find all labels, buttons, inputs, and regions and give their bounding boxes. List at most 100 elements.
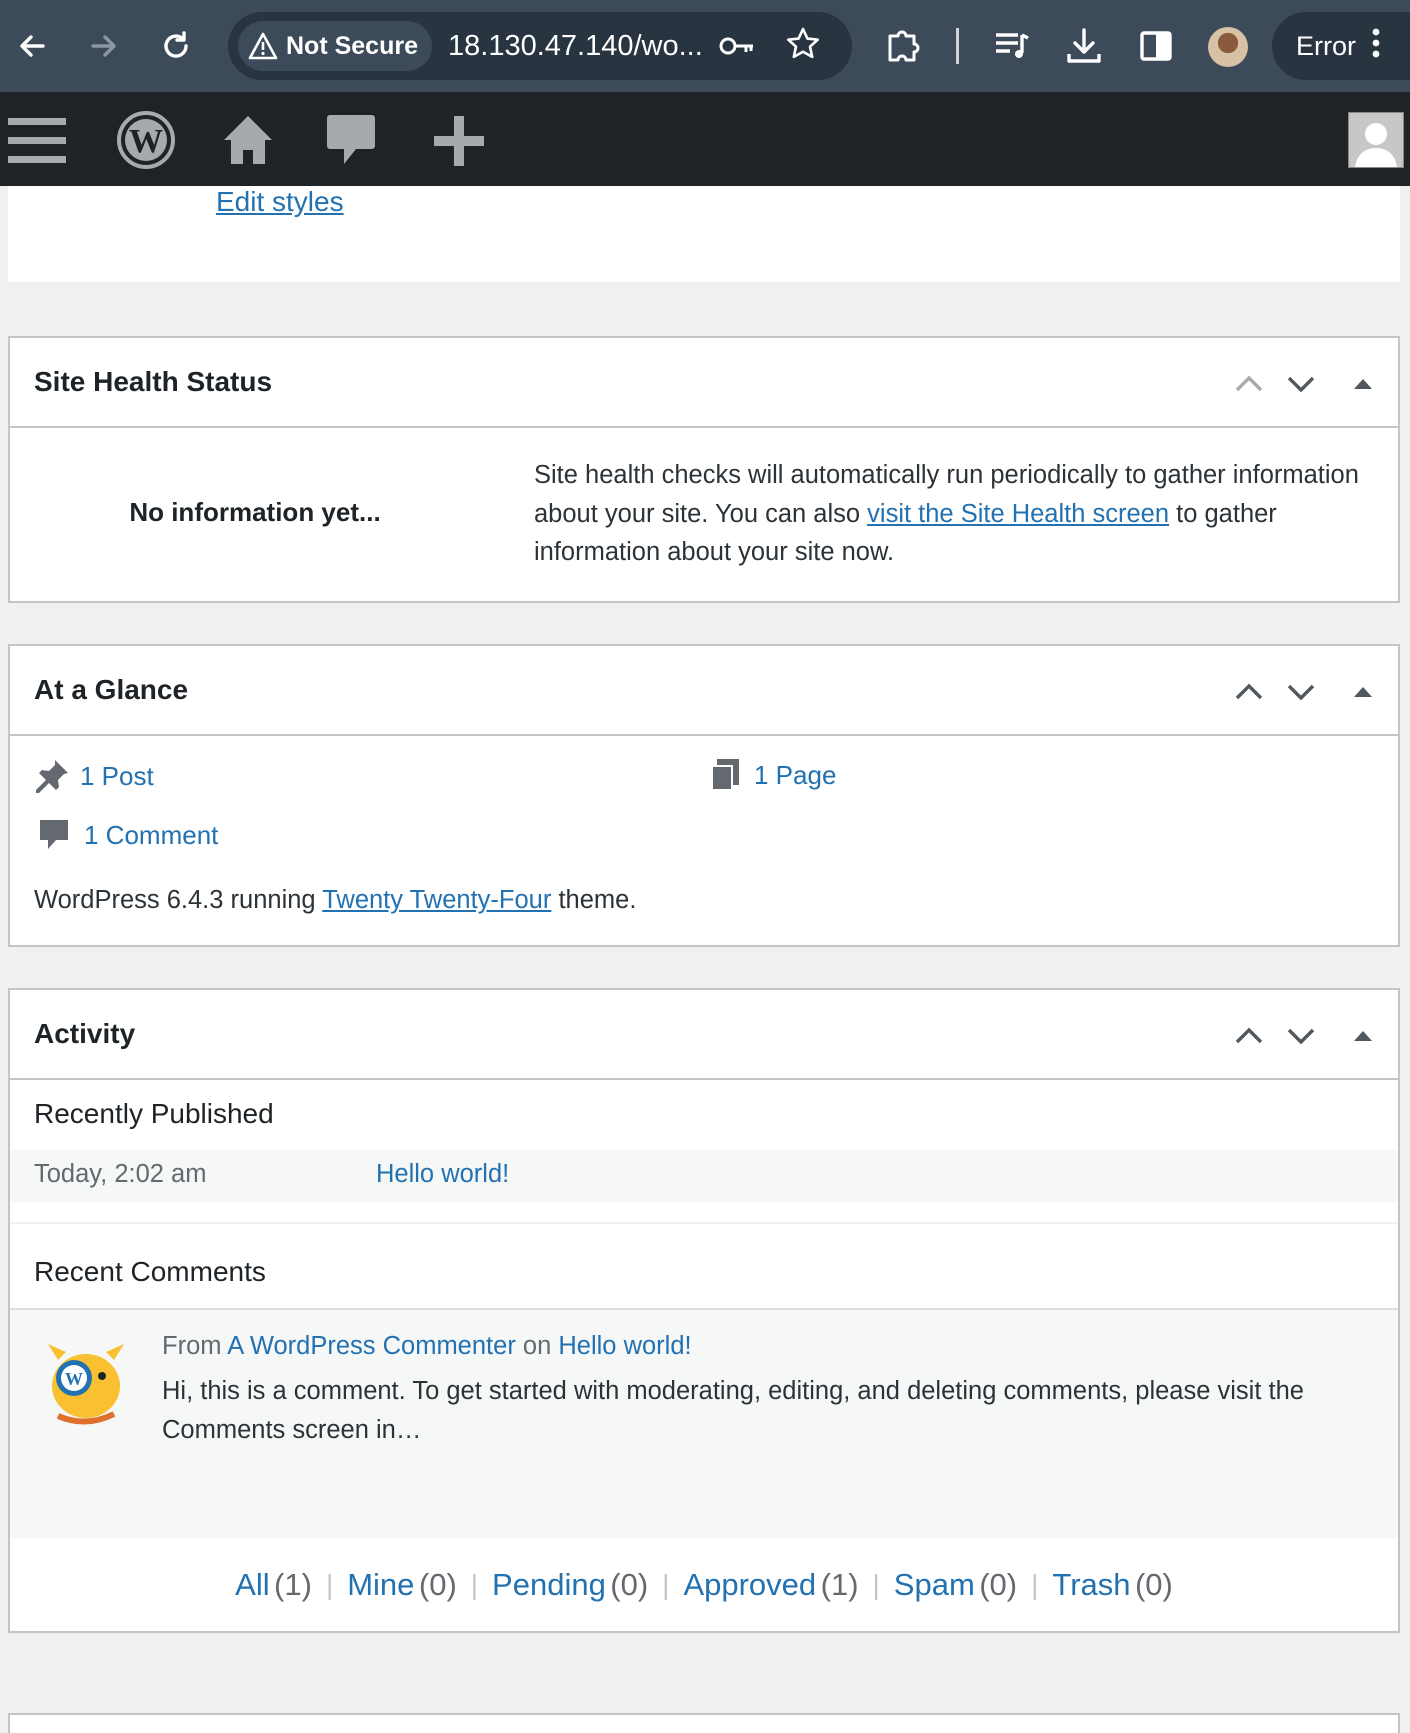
move-up-icon[interactable] bbox=[1232, 1018, 1266, 1052]
back-button[interactable] bbox=[8, 22, 56, 70]
comment-bubble-icon bbox=[40, 820, 68, 849]
filter-count: (0) bbox=[979, 1566, 1018, 1602]
posts-count-link[interactable]: 1 Post bbox=[80, 761, 154, 792]
plus-icon bbox=[434, 116, 484, 166]
comments-count-link[interactable]: 1 Comment bbox=[84, 820, 218, 851]
arrow-left-icon bbox=[20, 35, 45, 57]
bookmark-button[interactable] bbox=[785, 26, 821, 67]
filter-label[interactable]: Spam bbox=[894, 1567, 975, 1602]
media-control-button[interactable] bbox=[992, 26, 1032, 71]
url-text[interactable]: 18.130.47.140/wo... bbox=[448, 24, 708, 68]
side-panel-icon bbox=[1140, 31, 1172, 61]
wordpress-logo-menu[interactable]: W bbox=[116, 110, 176, 175]
pages-count-link[interactable]: 1 Page bbox=[754, 760, 836, 791]
on-label: on bbox=[522, 1332, 552, 1360]
section-divider bbox=[10, 1222, 1398, 1224]
published-post-link[interactable]: Hello world! bbox=[376, 1160, 509, 1189]
move-down-icon[interactable] bbox=[1284, 1018, 1318, 1052]
pages-icon bbox=[711, 759, 739, 791]
version-text: WordPress 6.4.3 running bbox=[34, 886, 323, 914]
comment-meta: From A WordPress Commenter on Hello worl… bbox=[162, 1332, 692, 1361]
comment-filter-links: All (1) | Mine (0) | Pending (0) | Appro… bbox=[10, 1538, 1398, 1631]
puzzle-icon bbox=[888, 30, 920, 62]
hamburger-icon bbox=[8, 118, 66, 163]
new-content-link[interactable] bbox=[432, 114, 486, 173]
security-label: Not Secure bbox=[286, 31, 418, 60]
next-panel-edge bbox=[8, 1713, 1400, 1733]
filter-label[interactable]: All bbox=[235, 1567, 269, 1602]
reload-icon bbox=[164, 31, 188, 58]
filter-all[interactable]: All (1) bbox=[235, 1567, 312, 1603]
no-information-label: No information yet... bbox=[129, 497, 381, 527]
edit-styles-link[interactable]: Edit styles bbox=[216, 186, 344, 218]
comment-author-link[interactable]: A WordPress Commenter bbox=[227, 1332, 516, 1360]
filter-mine[interactable]: Mine (0) bbox=[347, 1567, 457, 1603]
filter-label[interactable]: Mine bbox=[347, 1567, 414, 1602]
posts-count-item[interactable]: 1 Post bbox=[34, 758, 154, 794]
filter-separator: | bbox=[872, 1568, 880, 1600]
side-panel-button[interactable] bbox=[1136, 26, 1176, 71]
health-status-indicator: No information yet... bbox=[10, 426, 500, 601]
filter-pending[interactable]: Pending (0) bbox=[492, 1567, 648, 1603]
profile-error-chip[interactable]: Error bbox=[1272, 12, 1410, 80]
user-avatar[interactable] bbox=[1348, 112, 1404, 168]
filter-label[interactable]: Approved bbox=[683, 1567, 816, 1602]
comment-excerpt: Hi, this is a comment. To get started wi… bbox=[162, 1377, 1304, 1444]
version-text-end: theme. bbox=[551, 886, 637, 914]
filter-label[interactable]: Trash bbox=[1052, 1567, 1130, 1602]
collapse-toggle-icon[interactable] bbox=[1346, 366, 1380, 400]
activity-panel: Activity Recently Published Today, 2:02 … bbox=[8, 988, 1400, 1633]
theme-link[interactable]: Twenty Twenty-Four bbox=[322, 886, 551, 914]
welcome-panel-remainder: Edit styles bbox=[8, 186, 1400, 282]
filter-count: (1) bbox=[820, 1566, 859, 1602]
from-label: From bbox=[162, 1332, 222, 1360]
panel-header: Activity bbox=[10, 990, 1398, 1080]
collapse-toggle-icon[interactable] bbox=[1346, 1018, 1380, 1052]
admin-menu-toggle[interactable] bbox=[8, 116, 68, 171]
site-home-link[interactable] bbox=[222, 112, 274, 173]
toolbar-divider bbox=[956, 28, 959, 64]
filter-label[interactable]: Pending bbox=[492, 1567, 606, 1602]
comment-item: W From A WordPress Commenter on Hello wo… bbox=[10, 1308, 1398, 1538]
move-up-icon[interactable] bbox=[1232, 366, 1266, 400]
site-health-panel: Site Health Status No information yet...… bbox=[8, 336, 1400, 603]
comment-post-link[interactable]: Hello world! bbox=[558, 1332, 691, 1360]
warning-icon bbox=[248, 32, 278, 60]
speech-bubble-icon bbox=[327, 115, 375, 164]
password-key-button[interactable] bbox=[718, 28, 756, 69]
panel-title: Site Health Status bbox=[34, 366, 273, 397]
security-chip[interactable]: Not Secure bbox=[238, 21, 432, 71]
comments-admin-link[interactable] bbox=[326, 112, 376, 175]
profile-avatar[interactable] bbox=[1208, 27, 1248, 67]
downloads-button[interactable] bbox=[1064, 26, 1104, 71]
playlist-icon bbox=[996, 33, 1029, 58]
svg-text:W: W bbox=[129, 123, 163, 160]
filter-trash[interactable]: Trash (0) bbox=[1052, 1567, 1172, 1603]
filter-count: (1) bbox=[274, 1566, 312, 1602]
panel-header: At a Glance bbox=[10, 646, 1398, 736]
filter-separator: | bbox=[325, 1568, 334, 1600]
panel-title: At a Glance bbox=[34, 674, 189, 705]
svg-text:W: W bbox=[65, 1369, 83, 1389]
comments-count-item[interactable]: 1 Comment bbox=[38, 818, 218, 852]
site-health-screen-link[interactable]: visit the Site Health screen bbox=[867, 500, 1169, 528]
star-icon bbox=[787, 27, 819, 59]
extensions-button[interactable] bbox=[884, 26, 924, 71]
pages-count-item[interactable]: 1 Page bbox=[710, 758, 836, 792]
collapse-toggle-icon[interactable] bbox=[1346, 674, 1380, 708]
reload-button[interactable] bbox=[152, 22, 200, 70]
move-down-icon[interactable] bbox=[1284, 366, 1318, 400]
more-menu-icon[interactable] bbox=[1372, 27, 1380, 66]
filter-separator: | bbox=[662, 1568, 670, 1600]
panel-title: Activity bbox=[34, 1018, 136, 1049]
site-health-description: Site health checks will automatically ru… bbox=[534, 456, 1384, 572]
move-up-icon[interactable] bbox=[1232, 674, 1266, 708]
at-a-glance-panel: At a Glance 1 Post 1 Page 1 Comment Word… bbox=[8, 644, 1400, 947]
filter-approved[interactable]: Approved (1) bbox=[683, 1567, 858, 1603]
published-row: Today, 2:02 am Hello world! bbox=[10, 1150, 1398, 1202]
panel-header: Site Health Status bbox=[10, 338, 1398, 428]
forward-button[interactable] bbox=[80, 22, 128, 70]
filter-spam[interactable]: Spam (0) bbox=[894, 1567, 1017, 1603]
wordpress-version-line: WordPress 6.4.3 running Twenty Twenty-Fo… bbox=[34, 886, 636, 915]
move-down-icon[interactable] bbox=[1284, 674, 1318, 708]
